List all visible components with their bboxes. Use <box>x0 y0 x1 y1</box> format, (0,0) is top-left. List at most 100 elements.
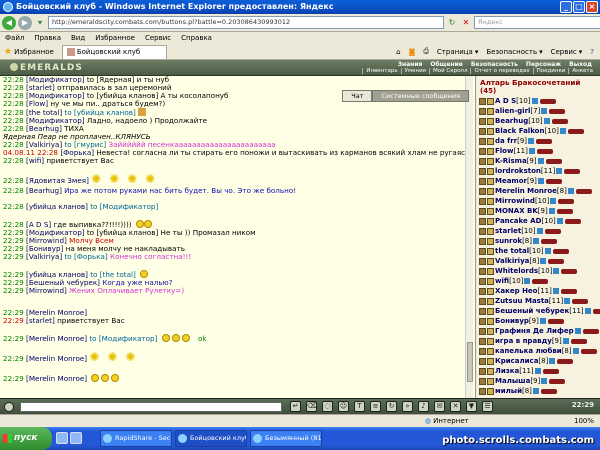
ignore-icon[interactable]: ✕ <box>450 401 461 412</box>
submenu-scroll[interactable]: Мой Скролл <box>428 68 470 74</box>
player-row[interactable]: Графиня Де Лифер <box>479 326 600 336</box>
chat-nick[interactable]: [убийца кланов] <box>26 270 88 279</box>
chat-nick[interactable]: [Bearhug] <box>26 125 62 133</box>
menu-communication[interactable]: Общение <box>430 61 462 68</box>
info-icon[interactable] <box>524 278 531 284</box>
send-icon[interactable]: ↵ <box>290 401 301 412</box>
private-icon[interactable]: ✉ <box>434 401 445 412</box>
home-icon[interactable]: ⌂ <box>396 48 400 56</box>
clear-icon[interactable]: ⌫ <box>306 401 317 412</box>
minimize-button[interactable]: _ <box>560 1 572 13</box>
player-name[interactable]: Valkiriya <box>495 256 529 266</box>
info-icon[interactable] <box>562 338 569 344</box>
scroll-lock-icon[interactable]: ▼ <box>466 401 477 412</box>
player-row[interactable]: Merelin Monroe [8] <box>479 186 600 196</box>
chat-nick[interactable]: [Merelin Monroe] <box>26 334 87 343</box>
player-row[interactable]: Black Falkon [10] <box>479 126 600 136</box>
help-icon[interactable]: ? <box>590 48 594 56</box>
info-icon[interactable] <box>574 328 581 334</box>
player-row[interactable]: da frr [9] <box>479 136 600 146</box>
chat-nick[interactable]: [Mirrowind] <box>26 237 67 245</box>
player-row[interactable]: Крисалиса [8] <box>479 356 600 366</box>
menu-security[interactable]: Безопасность <box>471 61 518 68</box>
submenu-profile[interactable]: Анкета <box>568 68 596 74</box>
player-row[interactable]: A D S [10] <box>479 96 600 106</box>
info-icon[interactable] <box>540 258 547 264</box>
info-icon[interactable] <box>539 318 546 324</box>
smiles-icon[interactable]: ☺ <box>338 401 349 412</box>
submenu-skills[interactable]: Умения <box>400 68 429 74</box>
info-icon[interactable] <box>552 288 559 294</box>
info-icon[interactable] <box>531 98 538 104</box>
settings-icon[interactable] <box>4 402 14 412</box>
info-icon[interactable] <box>532 388 539 394</box>
quick-launch-desktop-icon[interactable] <box>56 432 68 444</box>
player-row[interactable]: Zutsuu Masta [11] <box>479 296 600 306</box>
favorites-button[interactable]: ★ Избранное <box>0 47 54 57</box>
player-row[interactable]: the total [10] <box>479 246 600 256</box>
task-combats[interactable]: Бойцовский клуб - ... <box>175 430 247 447</box>
info-icon[interactable] <box>528 148 535 154</box>
log-icon[interactable]: ☰ <box>482 401 493 412</box>
chat-nick[interactable]: [Модификатор] <box>26 117 85 125</box>
player-name[interactable]: Бонивур <box>495 316 529 326</box>
info-icon[interactable] <box>556 218 563 224</box>
player-row[interactable]: милый [8] <box>479 386 600 396</box>
chat-nick[interactable]: [Модификатор] <box>26 92 85 100</box>
menu-view[interactable]: Вид <box>71 32 85 44</box>
chat-nick[interactable]: [Бонивур] <box>26 245 63 253</box>
player-row[interactable]: Bearhug [10] <box>479 116 600 126</box>
player-name[interactable]: Бешеный чебурек <box>495 306 569 316</box>
forward-button[interactable]: ▶ <box>18 15 32 30</box>
player-row[interactable]: Pancake AD [10] <box>479 216 600 226</box>
menu-character[interactable]: Персонаж <box>526 61 561 68</box>
browser-tab[interactable]: Бойцовский клуб <box>61 44 168 59</box>
chat-nick[interactable]: [Форька] <box>60 149 94 157</box>
player-name[interactable]: starlet <box>495 226 521 236</box>
quick-launch-ie-icon[interactable] <box>70 432 82 444</box>
menu-knowledge[interactable]: Знания <box>398 61 423 68</box>
player-name[interactable]: wifi <box>495 276 509 286</box>
chat-nick[interactable]: [Merelin Monroe] <box>26 374 87 383</box>
info-icon[interactable] <box>564 298 571 304</box>
player-row[interactable]: Малыша [9] <box>479 376 600 386</box>
player-name[interactable]: sunrok <box>495 236 522 246</box>
dropdown-icon[interactable]: ▾ <box>34 17 46 29</box>
player-name[interactable]: Хакер Нео <box>495 286 537 296</box>
info-icon[interactable] <box>567 188 574 194</box>
player-row[interactable]: Хакер Нео [11] <box>479 286 600 296</box>
sound-icon[interactable]: ♪ <box>418 401 429 412</box>
player-name[interactable]: Mirrowind <box>495 196 535 206</box>
menu-edit[interactable]: Правка <box>34 32 61 44</box>
submenu-transfers[interactable]: Отчет о переводах <box>470 68 532 74</box>
player-name[interactable]: the total <box>495 246 529 256</box>
player-row[interactable]: Meamor [9] <box>479 176 600 186</box>
refresh-chat-icon[interactable]: ↻ <box>386 401 397 412</box>
menu-help[interactable]: Справка <box>181 32 212 44</box>
player-row[interactable]: Лизка [11] <box>479 366 600 376</box>
info-icon[interactable] <box>532 238 539 244</box>
chat-nick[interactable]: [Flow] <box>26 100 48 108</box>
player-row[interactable]: sunrok [8] <box>479 236 600 246</box>
player-name[interactable]: A D S <box>495 96 516 106</box>
info-icon[interactable] <box>541 108 548 114</box>
player-name[interactable]: alien-girl <box>495 106 530 116</box>
translit-icon[interactable]: T <box>354 401 365 412</box>
chat-nick[interactable]: [Merelin Monroe] <box>26 309 87 317</box>
player-row[interactable]: капелька любви [8] <box>479 346 600 356</box>
menu-exit[interactable]: Выход <box>569 61 592 68</box>
speed-icon[interactable]: » <box>402 401 413 412</box>
player-name[interactable]: Лизка <box>495 366 519 376</box>
close-button[interactable]: × <box>586 1 598 13</box>
tab-system-messages[interactable]: Системные сообщения <box>372 90 469 102</box>
refresh-icon[interactable]: ↻ <box>446 17 458 29</box>
info-icon[interactable] <box>549 358 556 364</box>
player-name[interactable]: K-Risma <box>495 156 527 166</box>
player-row[interactable]: wifi [10] <box>479 276 600 286</box>
maximize-button[interactable]: □ <box>573 1 585 13</box>
chat-nick[interactable]: [Модификатор] <box>26 76 85 84</box>
player-name[interactable]: Black Falkon <box>495 126 544 136</box>
feeds-icon[interactable]: ◙ <box>409 48 416 56</box>
menu-file[interactable]: Файл <box>5 32 24 44</box>
player-name[interactable]: Bearhug <box>495 116 528 126</box>
